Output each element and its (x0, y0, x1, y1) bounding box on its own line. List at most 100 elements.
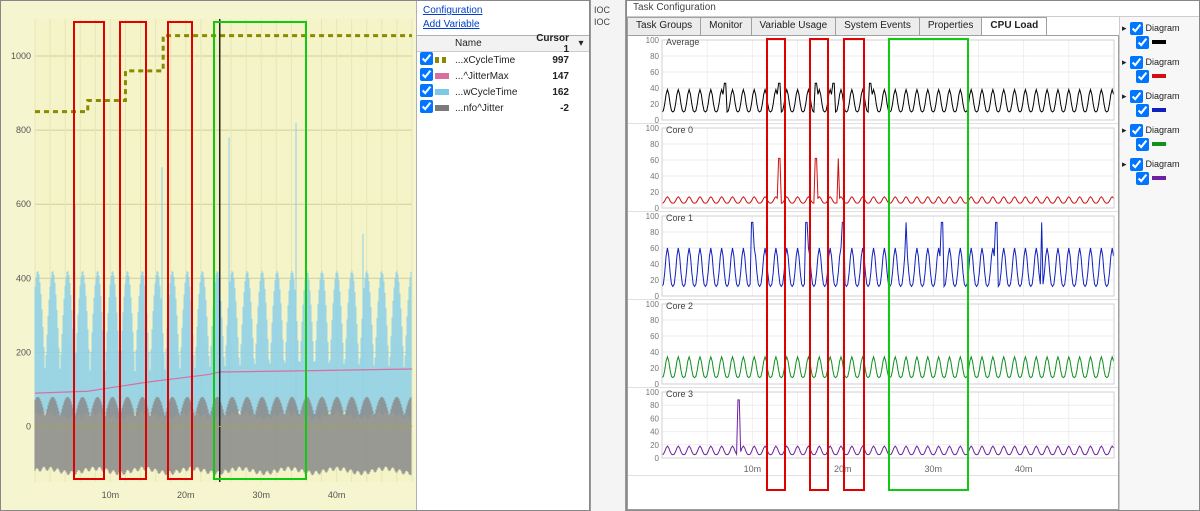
svg-text:20: 20 (650, 188, 659, 197)
cpu-strip-core-2[interactable]: 020406080100Core 2 (628, 300, 1118, 388)
legend-visible-checkbox[interactable] (1130, 56, 1143, 69)
svg-text:40: 40 (650, 84, 659, 93)
svg-text:20m: 20m (177, 490, 195, 500)
variable-links: Configuration Add Variable (417, 1, 589, 35)
cpu-strip-core-0[interactable]: 020406080100Core 0 (628, 124, 1118, 212)
variable-row[interactable]: ...nfo^Jitter-2 (417, 100, 589, 116)
variable-table: Name Cursor 1 ▾ ...xCycleTime997...^Jitt… (417, 35, 589, 116)
variable-visible-checkbox[interactable] (420, 100, 433, 113)
svg-text:80: 80 (650, 140, 659, 149)
trace-color-swatch (435, 57, 449, 63)
svg-text:0: 0 (655, 454, 660, 463)
legend-trace-checkbox[interactable] (1136, 172, 1149, 185)
expand-icon[interactable]: ▸ (1122, 159, 1127, 170)
legend-label: Diagram (1146, 125, 1180, 135)
cpu-strip-stack: 020406080100Average020406080100Core 0020… (627, 35, 1119, 510)
svg-text:100: 100 (646, 212, 660, 221)
link-add-variable[interactable]: Add Variable (423, 18, 583, 32)
variable-row[interactable]: ...^JitterMax147 (417, 68, 589, 84)
cursor-dropdown-icon[interactable]: ▾ (573, 38, 589, 49)
legend-label: Diagram (1146, 57, 1180, 67)
svg-text:80: 80 (650, 52, 659, 61)
svg-text:40m: 40m (1015, 464, 1033, 474)
variable-cursor-value: 997 (529, 55, 573, 66)
variable-cursor-value: -2 (529, 103, 573, 114)
legend-visible-checkbox[interactable] (1130, 124, 1143, 137)
svg-text:60: 60 (650, 68, 659, 77)
variable-visible-checkbox[interactable] (420, 84, 433, 97)
legend-label: Diagram (1146, 159, 1180, 169)
svg-text:800: 800 (16, 125, 31, 135)
variable-panel: Configuration Add Variable Name Cursor 1… (416, 1, 589, 510)
svg-text:80: 80 (650, 401, 659, 410)
svg-text:0: 0 (655, 380, 660, 388)
legend-trace-checkbox[interactable] (1136, 70, 1149, 83)
svg-text:10m: 10m (744, 464, 762, 474)
legend-color-swatch (1152, 142, 1166, 146)
variable-row[interactable]: ...wCycleTime162 (417, 84, 589, 100)
panel-title: Task Configuration (627, 1, 1199, 17)
variable-visible-checkbox[interactable] (420, 52, 433, 65)
svg-text:20: 20 (650, 100, 659, 109)
svg-text:40: 40 (650, 428, 659, 437)
legend-trace-checkbox[interactable] (1136, 138, 1149, 151)
svg-text:30m: 30m (924, 464, 942, 474)
variable-name: ...^JitterMax (453, 71, 529, 82)
trace-color-swatch (435, 105, 449, 111)
expand-icon[interactable]: ▸ (1122, 57, 1127, 68)
variable-name: ...nfo^Jitter (453, 103, 529, 114)
expand-icon[interactable]: ▸ (1122, 91, 1127, 102)
legend-visible-checkbox[interactable] (1130, 90, 1143, 103)
legend-visible-checkbox[interactable] (1130, 22, 1143, 35)
expand-icon[interactable]: ▸ (1122, 23, 1127, 34)
svg-text:20: 20 (650, 276, 659, 285)
trace-color-swatch (435, 89, 449, 95)
tab-system-events[interactable]: System Events (835, 17, 920, 35)
variable-table-header: Name Cursor 1 ▾ (417, 36, 589, 52)
tab-properties[interactable]: Properties (919, 17, 983, 35)
link-configuration[interactable]: Configuration (423, 4, 583, 18)
legend-color-swatch (1152, 108, 1166, 112)
tab-task-groups[interactable]: Task Groups (627, 17, 701, 35)
svg-text:100: 100 (646, 36, 660, 45)
cpu-strip-core-1[interactable]: 020406080100Core 1 (628, 212, 1118, 300)
tab-variable-usage[interactable]: Variable Usage (751, 17, 837, 35)
svg-text:100: 100 (646, 124, 660, 133)
svg-text:400: 400 (16, 273, 31, 283)
cpu-strip-average[interactable]: 020406080100Average (628, 36, 1118, 124)
tab-monitor[interactable]: Monitor (700, 17, 751, 35)
legend-trace-checkbox[interactable] (1136, 104, 1149, 117)
col-name-header: Name (453, 38, 529, 49)
legend-visible-checkbox[interactable] (1130, 158, 1143, 171)
legend-group: ▸ Diagram (1122, 55, 1197, 83)
gutter-text: IOC (591, 4, 625, 16)
svg-text:40m: 40m (328, 490, 346, 500)
svg-text:20: 20 (650, 441, 659, 450)
svg-text:0: 0 (655, 116, 660, 124)
legend-color-swatch (1152, 74, 1166, 78)
svg-text:40: 40 (650, 348, 659, 357)
svg-text:1000: 1000 (11, 51, 31, 61)
legend-color-swatch (1152, 176, 1166, 180)
legend-label: Diagram (1146, 23, 1180, 33)
variable-cursor-value: 162 (529, 87, 573, 98)
trace-color-swatch (435, 73, 449, 79)
expand-icon[interactable]: ▸ (1122, 125, 1127, 136)
legend-label: Diagram (1146, 91, 1180, 101)
tab-bar: Task GroupsMonitorVariable UsageSystem E… (627, 17, 1119, 35)
variable-visible-checkbox[interactable] (420, 68, 433, 81)
svg-text:200: 200 (16, 347, 31, 357)
svg-text:40: 40 (650, 172, 659, 181)
cpu-panel: Task Configuration Task GroupsMonitorVar… (626, 0, 1200, 511)
svg-text:40: 40 (650, 260, 659, 269)
tab-cpu-load[interactable]: CPU Load (981, 17, 1047, 35)
svg-text:600: 600 (16, 199, 31, 209)
svg-text:30m: 30m (252, 490, 270, 500)
legend-trace-checkbox[interactable] (1136, 36, 1149, 49)
cpu-strip-core-3[interactable]: 02040608010010m20m30m40mCore 3 (628, 388, 1118, 476)
svg-text:60: 60 (650, 156, 659, 165)
variable-cursor-value: 147 (529, 71, 573, 82)
svg-text:20: 20 (650, 364, 659, 373)
variable-row[interactable]: ...xCycleTime997 (417, 52, 589, 68)
scope-chart[interactable]: 0200400600800100010m20m30m40m (1, 1, 416, 510)
